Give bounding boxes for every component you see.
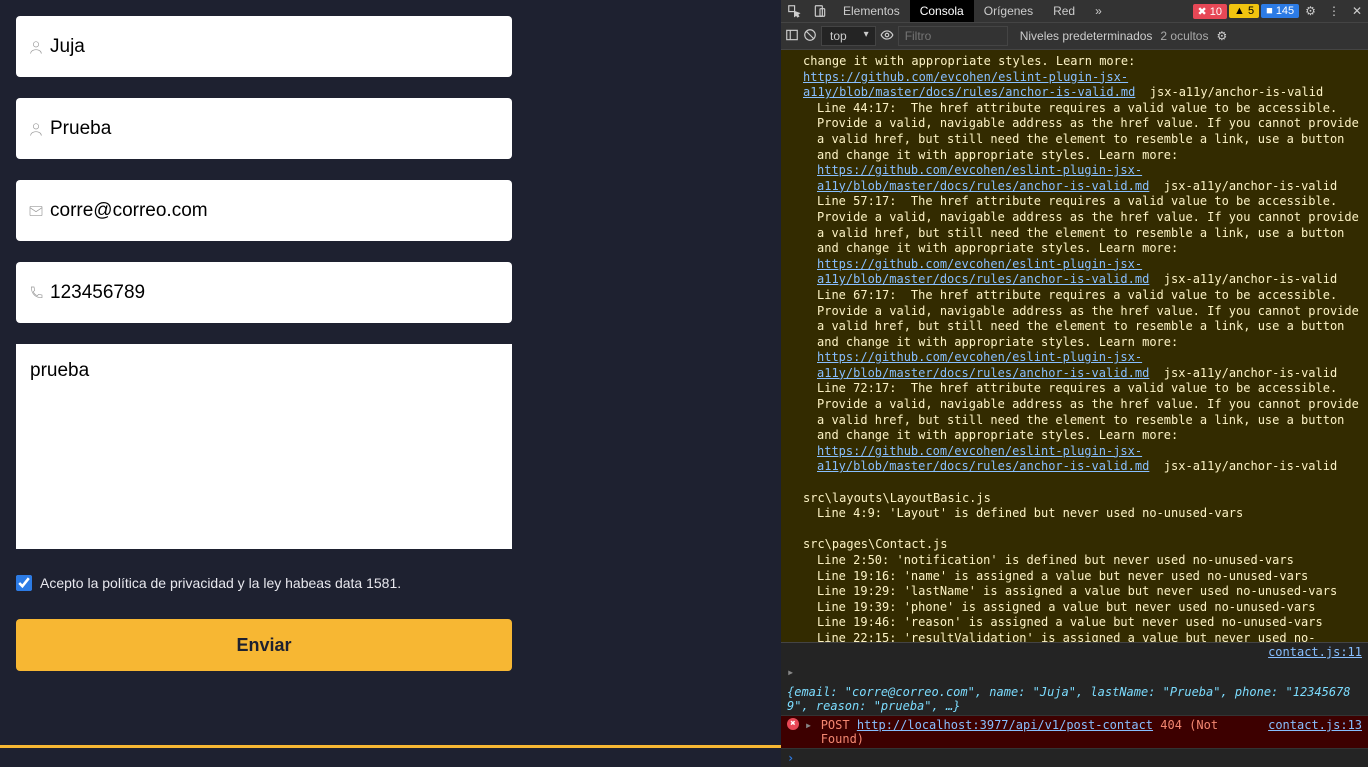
error-icon: ✖ (787, 718, 799, 730)
unused-var-msg: Line 19:16: 'name' is assigned a value b… (817, 569, 1362, 585)
chevron-right-icon: › (787, 751, 794, 765)
settings-icon[interactable]: ⚙ (1299, 0, 1322, 22)
expand-icon[interactable]: ▸ (805, 718, 815, 732)
name-input[interactable] (44, 28, 500, 66)
warning-block: change it with appropriate styles. Learn… (803, 54, 1362, 101)
tab-sources[interactable]: Orígenes (974, 0, 1043, 22)
source-link[interactable]: contact.js:11 (1268, 645, 1362, 659)
email-input[interactable] (44, 192, 500, 230)
error-url-link[interactable]: http://localhost:3977/api/v1/post-contac… (857, 718, 1153, 732)
consent-label: Acepto la política de privacidad y la le… (40, 575, 401, 591)
eslint-doc-link[interactable]: https://github.com/evcohen/eslint-plugin… (817, 257, 1149, 287)
console-toolbar: top Niveles predeterminados 2 ocultos ⚙ (781, 23, 1368, 50)
contact-page: prueba Acepto la política de privacidad … (0, 0, 781, 767)
log-object-row: contact.js:11 ▸ {email: "corre@correo.co… (781, 643, 1368, 716)
email-field-wrapper (16, 180, 512, 241)
lastname-field-wrapper (16, 98, 512, 159)
close-icon[interactable]: ✕ (1346, 0, 1368, 22)
hidden-count: 2 ocultos (1160, 29, 1208, 43)
sidebar-toggle-icon[interactable] (785, 28, 799, 45)
phone-input[interactable] (44, 274, 500, 312)
unused-var-msg: Line 2:50: 'notification' is defined but… (817, 553, 1362, 569)
menu-icon[interactable]: ⋮ (1322, 0, 1346, 22)
warning-line: Line 57:17: The href attribute requires … (817, 194, 1362, 288)
error-message: POST http://localhost:3977/api/v1/post-c… (821, 718, 1262, 746)
eslint-doc-link[interactable]: https://github.com/evcohen/eslint-plugin… (817, 444, 1149, 474)
message-textarea[interactable]: prueba (16, 344, 512, 549)
logged-object[interactable]: {email: "corre@correo.com", name: "Juja"… (787, 685, 1362, 713)
layout-file-label: src\layouts\LayoutBasic.js (803, 491, 1362, 507)
submit-button[interactable]: Enviar (16, 619, 512, 671)
unused-var-msg: Line 22:15: 'resultValidation' is assign… (817, 631, 1362, 642)
live-expression-icon[interactable] (880, 28, 894, 45)
devtools-tabs: Elementos Consola Orígenes Red » ✖ 10 ▲ … (781, 0, 1368, 23)
lastname-input[interactable] (44, 110, 500, 148)
user-icon (28, 121, 44, 137)
name-field-wrapper (16, 16, 512, 77)
tab-console[interactable]: Consola (910, 0, 974, 22)
log-levels-select[interactable]: Niveles predeterminados (1020, 29, 1153, 43)
info-count-badge[interactable]: ■ 145 (1261, 4, 1299, 18)
console-filter-input[interactable] (898, 26, 1008, 46)
mail-icon (28, 203, 44, 219)
console-settings-icon[interactable]: ⚙ (1216, 29, 1227, 43)
eslint-doc-link[interactable]: https://github.com/evcohen/eslint-plugin… (817, 163, 1149, 193)
unused-var-msg: Line 19:29: 'lastName' is assigned a val… (817, 584, 1362, 600)
error-row: ✖ ▸ POST http://localhost:3977/api/v1/po… (781, 716, 1368, 749)
warning-line: Line 72:17: The href attribute requires … (817, 381, 1362, 475)
console-prompt[interactable]: › (781, 749, 1368, 767)
tab-more[interactable]: » (1085, 0, 1112, 22)
console-log-area: contact.js:11 ▸ {email: "corre@correo.co… (781, 642, 1368, 767)
phone-icon (28, 285, 44, 301)
unused-var-msg: Line 19:39: 'phone' is assigned a value … (817, 600, 1362, 616)
inspect-icon[interactable] (781, 0, 807, 22)
consent-row: Acepto la política de privacidad y la le… (16, 575, 765, 591)
eslint-doc-link[interactable]: https://github.com/evcohen/eslint-plugin… (817, 350, 1149, 380)
execution-context-select[interactable]: top (821, 26, 876, 46)
consent-checkbox[interactable] (16, 575, 32, 591)
page-accent-bar (0, 745, 781, 748)
user-icon (28, 39, 44, 55)
clear-console-icon[interactable] (803, 28, 817, 45)
layout-unused-msg: Line 4:9: 'Layout' is defined but never … (817, 506, 1362, 522)
warning-line: Line 67:17: The href attribute requires … (817, 288, 1362, 382)
eslint-doc-link[interactable]: https://github.com/evcohen/eslint-plugin… (803, 70, 1135, 100)
console-output[interactable]: change it with appropriate styles. Learn… (781, 50, 1368, 642)
contact-file-label: src\pages\Contact.js (803, 537, 1362, 553)
error-count-badge[interactable]: ✖ 10 (1193, 4, 1228, 19)
source-link[interactable]: contact.js:13 (1268, 718, 1362, 732)
expand-icon[interactable]: ▸ (787, 665, 797, 679)
tab-network[interactable]: Red (1043, 0, 1085, 22)
message-field-wrapper: prueba (16, 344, 512, 549)
device-toggle-icon[interactable] (807, 0, 833, 22)
unused-var-msg: Line 19:46: 'reason' is assigned a value… (817, 615, 1362, 631)
devtools-panel: Elementos Consola Orígenes Red » ✖ 10 ▲ … (781, 0, 1368, 767)
warning-line: Line 44:17: The href attribute requires … (817, 101, 1362, 195)
warning-count-badge[interactable]: ▲ 5 (1229, 4, 1259, 18)
phone-field-wrapper (16, 262, 512, 323)
tab-elements[interactable]: Elementos (833, 0, 910, 22)
